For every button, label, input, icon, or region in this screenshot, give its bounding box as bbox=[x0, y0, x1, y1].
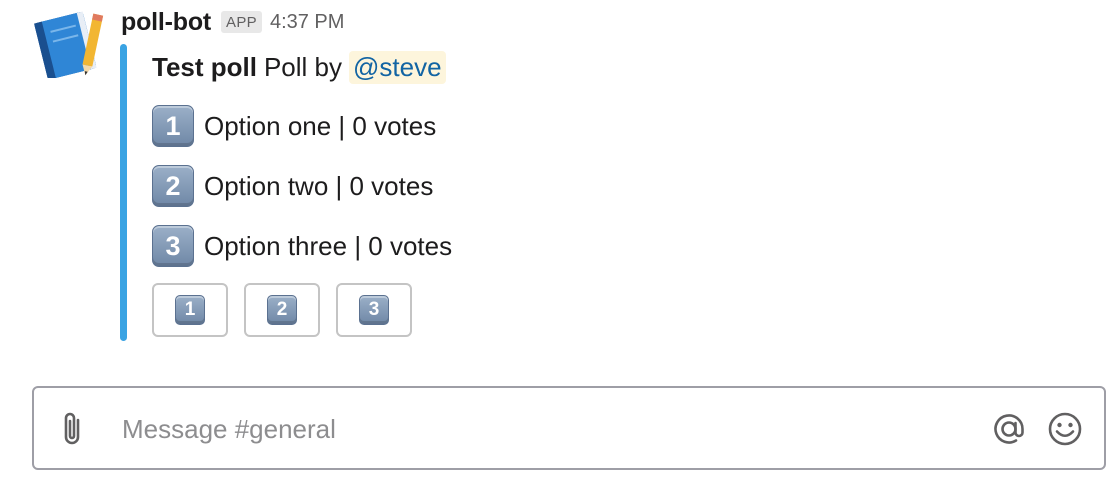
paperclip-icon bbox=[64, 412, 80, 445]
poll-option-text: Option one | 0 votes bbox=[204, 110, 437, 141]
poll-option-2: 2 Option two | 0 votes bbox=[152, 165, 433, 207]
app-badge: APP bbox=[221, 11, 262, 33]
keycap-three-icon: 3 bbox=[152, 225, 194, 267]
poll-by-text: Poll by bbox=[263, 51, 343, 82]
vote-button-2[interactable]: 2 bbox=[244, 283, 320, 337]
message-input[interactable] bbox=[120, 406, 964, 452]
vote-button-3[interactable]: 3 bbox=[336, 283, 412, 337]
attach-button[interactable] bbox=[56, 410, 92, 448]
smiley-icon bbox=[1048, 412, 1082, 446]
poll-title-text: Test poll bbox=[152, 51, 257, 82]
attachment-accent-bar bbox=[120, 44, 127, 341]
mention-button[interactable] bbox=[990, 410, 1028, 448]
keycap-one-icon: 1 bbox=[152, 105, 194, 147]
keycap-two-icon: 2 bbox=[152, 165, 194, 207]
author-mention[interactable]: @steve bbox=[349, 50, 446, 84]
message: poll-bot APP 4:37 PM Test poll Poll by @… bbox=[0, 0, 1116, 350]
poll-option-1: 1 Option one | 0 votes bbox=[152, 105, 436, 147]
message-composer bbox=[32, 386, 1106, 470]
keycap-three-icon: 3 bbox=[359, 295, 389, 325]
poll-option-3: 3 Option three | 0 votes bbox=[152, 225, 452, 267]
poll-option-text: Option three | 0 votes bbox=[204, 230, 453, 261]
keycap-one-icon: 1 bbox=[175, 295, 205, 325]
keycap-two-icon: 2 bbox=[267, 295, 297, 325]
bot-avatar[interactable] bbox=[34, 8, 106, 80]
emoji-button[interactable] bbox=[1046, 410, 1084, 448]
poll-option-text: Option two | 0 votes bbox=[204, 170, 434, 201]
vote-button-1[interactable]: 1 bbox=[152, 283, 228, 337]
at-sign-icon bbox=[994, 414, 1024, 444]
notebook-pencil-icon bbox=[34, 11, 104, 80]
sender-name[interactable]: poll-bot bbox=[121, 8, 211, 37]
poll-title: Test poll Poll by @steve bbox=[152, 48, 446, 86]
message-header: poll-bot APP 4:37 PM bbox=[121, 4, 344, 40]
message-timestamp[interactable]: 4:37 PM bbox=[270, 11, 344, 34]
